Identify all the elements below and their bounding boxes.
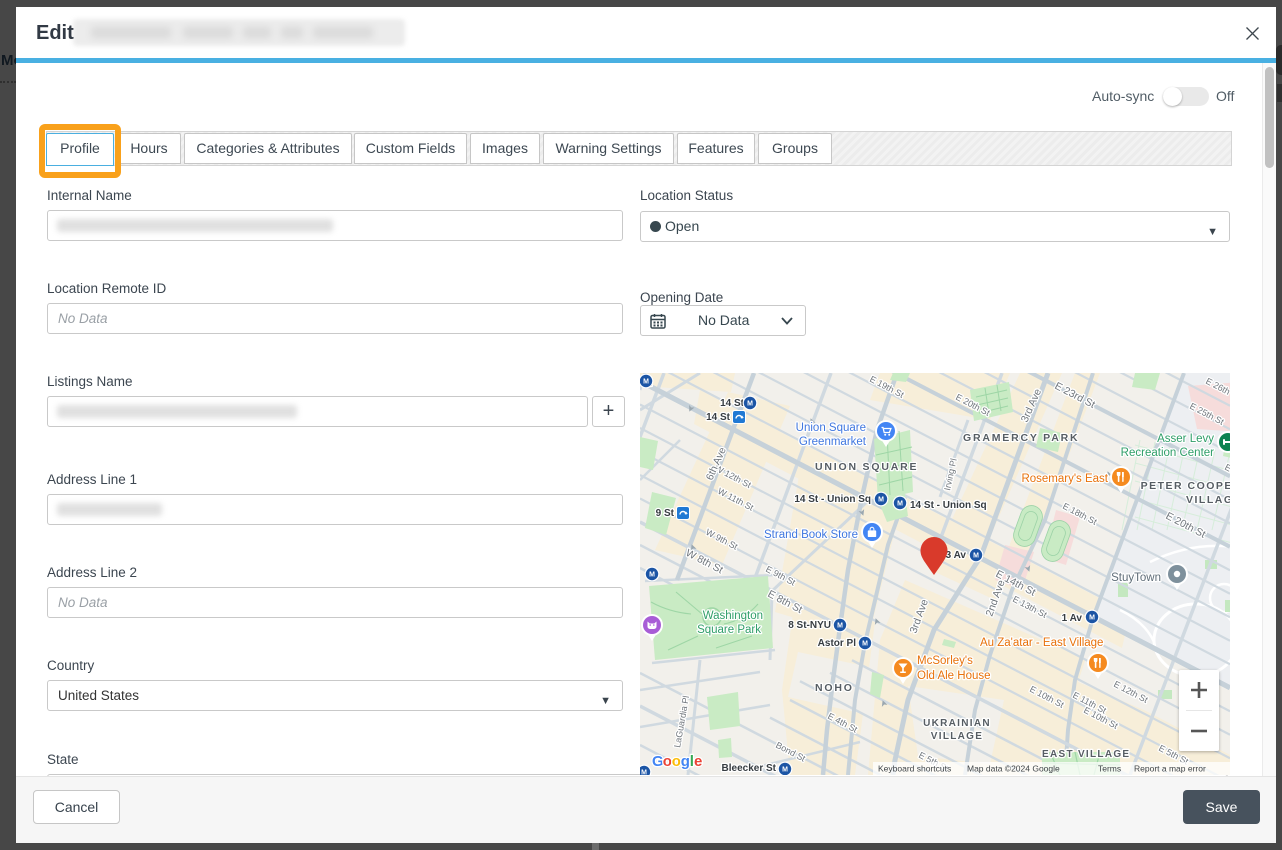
svg-text:14 St: 14 St xyxy=(720,398,745,409)
svg-text:M: M xyxy=(1089,615,1095,622)
svg-text:Strand Book Store: Strand Book Store xyxy=(764,529,858,541)
svg-text:UKRAINIAN: UKRAINIAN xyxy=(923,718,991,729)
svg-text:EAST VILLAGE: EAST VILLAGE xyxy=(1042,749,1130,760)
svg-text:Union Square: Union Square xyxy=(796,422,866,434)
svg-text:NOHO: NOHO xyxy=(815,682,854,694)
svg-text:M: M xyxy=(649,572,655,579)
svg-text:M: M xyxy=(897,501,903,508)
svg-text:Old Ale House: Old Ale House xyxy=(917,670,991,682)
svg-text:M: M xyxy=(643,379,649,386)
svg-text:1 Av: 1 Av xyxy=(1062,613,1083,624)
svg-text:VILLAGE: VILLAGE xyxy=(931,731,983,742)
svg-text:Astor Pl: Astor Pl xyxy=(818,638,857,649)
svg-text:Greenmarket: Greenmarket xyxy=(799,436,867,448)
svg-text:M: M xyxy=(747,401,753,408)
svg-text:9 St: 9 St xyxy=(656,508,675,519)
svg-text:VILLAGE: VILLAGE xyxy=(1186,494,1230,506)
svg-text:M: M xyxy=(878,497,884,504)
svg-text:Recreation Center: Recreation Center xyxy=(1121,447,1214,459)
svg-text:Washington: Washington xyxy=(703,610,763,622)
svg-text:Map data ©2024 Google: Map data ©2024 Google xyxy=(967,764,1060,774)
svg-text:8 St-NYU: 8 St-NYU xyxy=(788,620,831,631)
svg-text:Square Park: Square Park xyxy=(697,624,761,636)
svg-text:Asser Levy: Asser Levy xyxy=(1157,433,1214,445)
svg-text:Terms: Terms xyxy=(1098,764,1121,774)
svg-text:M: M xyxy=(973,553,979,560)
svg-text:o: o xyxy=(672,753,681,770)
svg-text:McSorley's: McSorley's xyxy=(917,655,973,667)
svg-text:Rosemary's East: Rosemary's East xyxy=(1021,473,1108,485)
svg-text:o: o xyxy=(663,753,672,770)
svg-text:UNION SQUARE: UNION SQUARE xyxy=(815,461,918,473)
svg-text:Au Za'atar - East Village: Au Za'atar - East Village xyxy=(980,637,1103,649)
svg-text:StuyTown: StuyTown xyxy=(1111,572,1161,584)
svg-text:Bleecker St: Bleecker St xyxy=(722,763,777,774)
svg-text:Report a map error: Report a map error xyxy=(1134,764,1206,774)
svg-text:Keyboard shortcuts: Keyboard shortcuts xyxy=(878,764,951,774)
svg-text:M: M xyxy=(782,767,788,774)
svg-text:14 St - Union Sq: 14 St - Union Sq xyxy=(910,500,987,511)
svg-text:e: e xyxy=(694,753,702,770)
svg-text:14 St - Union Sq: 14 St - Union Sq xyxy=(794,494,871,505)
svg-text:M: M xyxy=(641,770,647,775)
svg-text:3 Av: 3 Av xyxy=(946,550,967,561)
svg-text:M: M xyxy=(837,623,843,630)
svg-text:14 St: 14 St xyxy=(706,412,731,423)
svg-text:M: M xyxy=(862,641,868,648)
svg-text:GRAMERCY PARK: GRAMERCY PARK xyxy=(963,432,1079,444)
svg-text:PETER COOPER: PETER COOPER xyxy=(1141,480,1230,492)
svg-text:g: g xyxy=(681,753,690,770)
